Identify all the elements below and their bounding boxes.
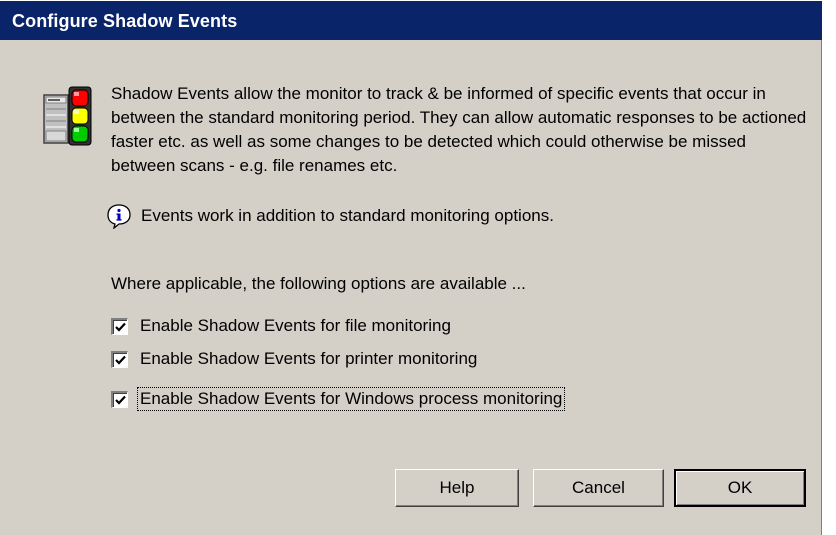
- dialog-title: Configure Shadow Events: [12, 11, 238, 31]
- ok-button[interactable]: OK: [674, 469, 806, 507]
- process-monitoring-checkbox[interactable]: [111, 390, 128, 408]
- option-file-monitoring[interactable]: Enable Shadow Events for file monitoring: [111, 314, 453, 338]
- info-icon: [106, 203, 132, 230]
- help-button[interactable]: Help: [395, 469, 519, 507]
- dialog-titlebar: Configure Shadow Events: [0, 0, 822, 40]
- option-printer-monitoring[interactable]: Enable Shadow Events for printer monitor…: [111, 347, 479, 371]
- options-label: Where applicable, the following options …: [111, 274, 526, 293]
- option-process-monitoring[interactable]: Enable Shadow Events for Windows process…: [111, 387, 566, 411]
- checkmark-icon: [115, 395, 126, 405]
- process-monitoring-label[interactable]: Enable Shadow Events for Windows process…: [136, 387, 566, 411]
- file-monitoring-checkbox[interactable]: [111, 317, 128, 335]
- cancel-button[interactable]: Cancel: [533, 469, 664, 507]
- file-monitoring-label[interactable]: Enable Shadow Events for file monitoring: [138, 315, 453, 337]
- configure-shadow-events-dialog: Configure Shadow Events Shadow Events al…: [0, 0, 822, 535]
- printer-monitoring-checkbox[interactable]: [111, 350, 128, 368]
- monitor-traffic-light-icon: [42, 85, 98, 149]
- info-text: Events work in addition to standard moni…: [141, 206, 554, 225]
- info-note: Events work in addition to standard moni…: [106, 203, 554, 230]
- checkmark-icon: [115, 322, 126, 332]
- description-text: Shadow Events allow the monitor to track…: [111, 84, 807, 175]
- printer-monitoring-label[interactable]: Enable Shadow Events for printer monitor…: [138, 348, 479, 370]
- checkmark-icon: [115, 355, 126, 365]
